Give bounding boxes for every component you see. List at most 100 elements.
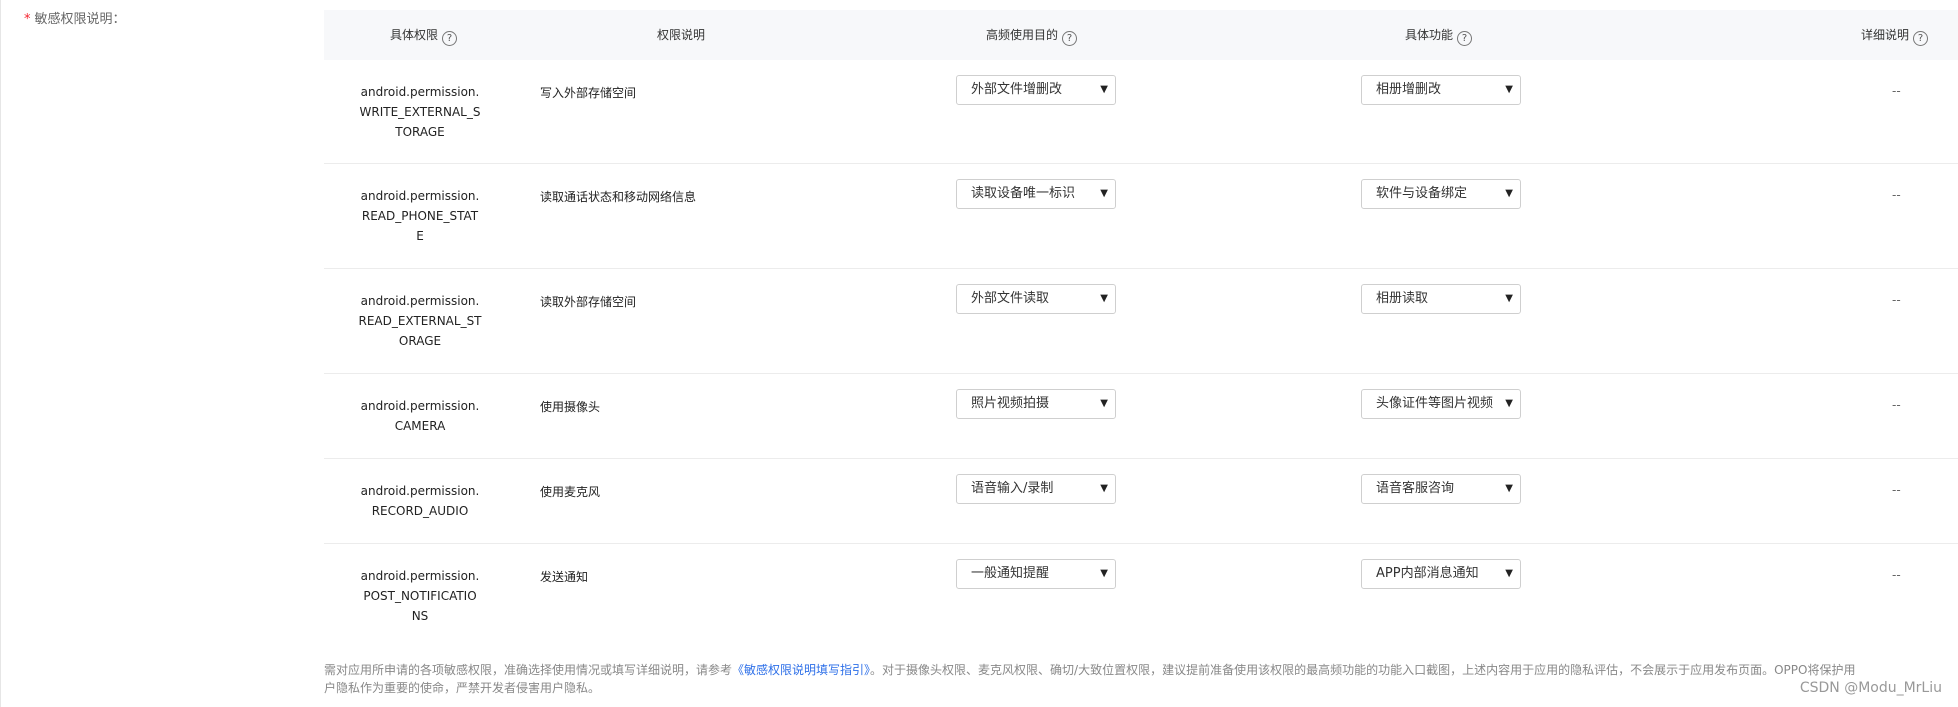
header-detail: 详细说明?	[1861, 10, 1929, 60]
function-select[interactable]: 语音客服咨询 ▼	[1361, 474, 1521, 504]
permission-line: WRITE_EXTERNAL_S	[359, 105, 481, 119]
function-select[interactable]: APP内部消息通知 ▼	[1361, 559, 1521, 589]
chevron-down-icon: ▼	[1505, 293, 1513, 304]
permission-line: android.permission.	[360, 569, 480, 583]
header-detail-label: 详细说明	[1861, 28, 1910, 42]
permission-description: 读取通话状态和移动网络信息	[540, 190, 697, 204]
permission-line: android.permission.	[360, 294, 480, 308]
chevron-down-icon: ▼	[1505, 568, 1513, 579]
purpose-select[interactable]: 读取设备唯一标识 ▼	[956, 179, 1116, 209]
permission-name: android.permission. RECORD_AUDIO	[324, 481, 516, 521]
help-icon[interactable]: ?	[1913, 31, 1929, 46]
chevron-down-icon: ▼	[1100, 568, 1108, 579]
permission-description: 写入外部存储空间	[540, 86, 637, 100]
table-row: android.permission. READ_PHONE_STAT E 读取…	[324, 164, 1958, 269]
function-select-value: 相册读取	[1376, 291, 1429, 306]
help-icon[interactable]: ?	[442, 31, 458, 46]
help-icon[interactable]: ?	[1457, 31, 1473, 46]
header-function-label: 具体功能	[1405, 28, 1454, 42]
permissions-table: 具体权限? 权限说明 高频使用目的? 具体功能? 详细说明? android.p…	[324, 10, 1958, 648]
permission-line: android.permission.	[360, 399, 480, 413]
detail-value: --	[1892, 568, 1901, 582]
permission-line: android.permission.	[360, 189, 480, 203]
permission-description: 读取外部存储空间	[540, 295, 637, 309]
permission-line: NS	[411, 609, 429, 623]
function-select[interactable]: 头像证件等图片视频 ▼	[1361, 389, 1521, 419]
function-select-value: 语音客服咨询	[1376, 481, 1455, 496]
header-permission: 具体权限?	[390, 10, 458, 60]
detail-value: --	[1892, 483, 1901, 497]
function-select[interactable]: 相册增删改 ▼	[1361, 75, 1521, 105]
purpose-select[interactable]: 照片视频拍摄 ▼	[956, 389, 1116, 419]
function-select-value: 软件与设备绑定	[1376, 186, 1468, 201]
chevron-down-icon: ▼	[1505, 84, 1513, 95]
header-purpose: 高频使用目的?	[986, 10, 1078, 60]
function-select-value: APP内部消息通知	[1376, 566, 1479, 581]
header-purpose-label: 高频使用目的	[986, 28, 1059, 42]
permission-line: READ_EXTERNAL_ST	[358, 314, 482, 328]
panel-left-border	[0, 0, 1, 707]
table-header: 具体权限? 权限说明 高频使用目的? 具体功能? 详细说明?	[324, 10, 1958, 60]
function-select-value: 相册增删改	[1376, 82, 1442, 97]
chevron-down-icon: ▼	[1505, 398, 1513, 409]
watermark: CSDN @Modu_MrLiu	[1799, 680, 1942, 696]
permission-line: POST_NOTIFICATIO	[363, 589, 477, 603]
permission-line: android.permission.	[360, 85, 480, 99]
permission-line: CAMERA	[394, 419, 446, 433]
purpose-select[interactable]: 外部文件读取 ▼	[956, 284, 1116, 314]
purpose-select-value: 照片视频拍摄	[971, 396, 1050, 411]
chevron-down-icon: ▼	[1100, 483, 1108, 494]
footer-text-before: 需对应用所申请的各项敏感权限，准确选择使用情况或填写详细说明，请参考	[324, 663, 733, 677]
permission-line: RECORD_AUDIO	[371, 504, 469, 518]
chevron-down-icon: ▼	[1100, 398, 1108, 409]
function-select[interactable]: 软件与设备绑定 ▼	[1361, 179, 1521, 209]
table-row: android.permission. RECORD_AUDIO 使用麦克风 语…	[324, 459, 1958, 544]
chevron-down-icon: ▼	[1100, 188, 1108, 199]
function-select[interactable]: 相册读取 ▼	[1361, 284, 1521, 314]
help-icon[interactable]: ?	[1062, 31, 1078, 46]
table-row: android.permission. CAMERA 使用摄像头 照片视频拍摄 ▼…	[324, 374, 1958, 459]
purpose-select-value: 外部文件读取	[971, 291, 1050, 306]
header-function: 具体功能?	[1405, 10, 1473, 60]
permission-name: android.permission. READ_EXTERNAL_ST ORA…	[324, 291, 516, 351]
guide-link[interactable]: 《敏感权限说明填写指引》	[732, 663, 870, 677]
chevron-down-icon: ▼	[1100, 293, 1108, 304]
chevron-down-icon: ▼	[1505, 188, 1513, 199]
function-select-value: 头像证件等图片视频	[1376, 396, 1494, 411]
permission-line: android.permission.	[360, 484, 480, 498]
field-label: * 敏感权限说明：	[24, 8, 126, 27]
detail-value: --	[1892, 84, 1901, 98]
header-description: 权限说明	[657, 10, 705, 60]
detail-value: --	[1892, 398, 1901, 412]
purpose-select-value: 外部文件增删改	[971, 82, 1063, 97]
permission-description: 发送通知	[540, 570, 589, 584]
permission-name: android.permission. WRITE_EXTERNAL_S TOR…	[324, 82, 516, 142]
permission-name: android.permission. CAMERA	[324, 396, 516, 436]
purpose-select-value: 一般通知提醒	[971, 566, 1050, 581]
permission-line: ORAGE	[398, 334, 442, 348]
detail-value: --	[1892, 188, 1901, 202]
permission-name: android.permission. READ_PHONE_STAT E	[324, 186, 516, 246]
table-row: android.permission. READ_EXTERNAL_ST ORA…	[324, 269, 1958, 374]
purpose-select-value: 语音输入/录制	[971, 481, 1054, 496]
purpose-select[interactable]: 一般通知提醒 ▼	[956, 559, 1116, 589]
permission-line: TORAGE	[395, 125, 445, 139]
permission-description: 使用麦克风	[540, 485, 601, 499]
chevron-down-icon: ▼	[1100, 84, 1108, 95]
purpose-select-value: 读取设备唯一标识	[971, 186, 1076, 201]
purpose-select[interactable]: 语音输入/录制 ▼	[956, 474, 1116, 504]
table-row: android.permission. POST_NOTIFICATIO NS …	[324, 544, 1958, 648]
header-description-label: 权限说明	[657, 28, 706, 42]
permission-line: READ_PHONE_STAT	[361, 209, 479, 223]
permission-line: E	[416, 229, 424, 243]
required-mark: *	[24, 12, 31, 27]
detail-value: --	[1892, 293, 1901, 307]
field-label-text: 敏感权限说明：	[34, 12, 126, 27]
permission-name: android.permission. POST_NOTIFICATIO NS	[324, 566, 516, 626]
footer-note: 需对应用所申请的各项敏感权限，准确选择使用情况或填写详细说明，请参考《敏感权限说…	[324, 661, 1864, 697]
chevron-down-icon: ▼	[1505, 483, 1513, 494]
table-row: android.permission. WRITE_EXTERNAL_S TOR…	[324, 60, 1958, 164]
header-permission-label: 具体权限	[390, 28, 439, 42]
purpose-select[interactable]: 外部文件增删改 ▼	[956, 75, 1116, 105]
permission-description: 使用摄像头	[540, 400, 601, 414]
